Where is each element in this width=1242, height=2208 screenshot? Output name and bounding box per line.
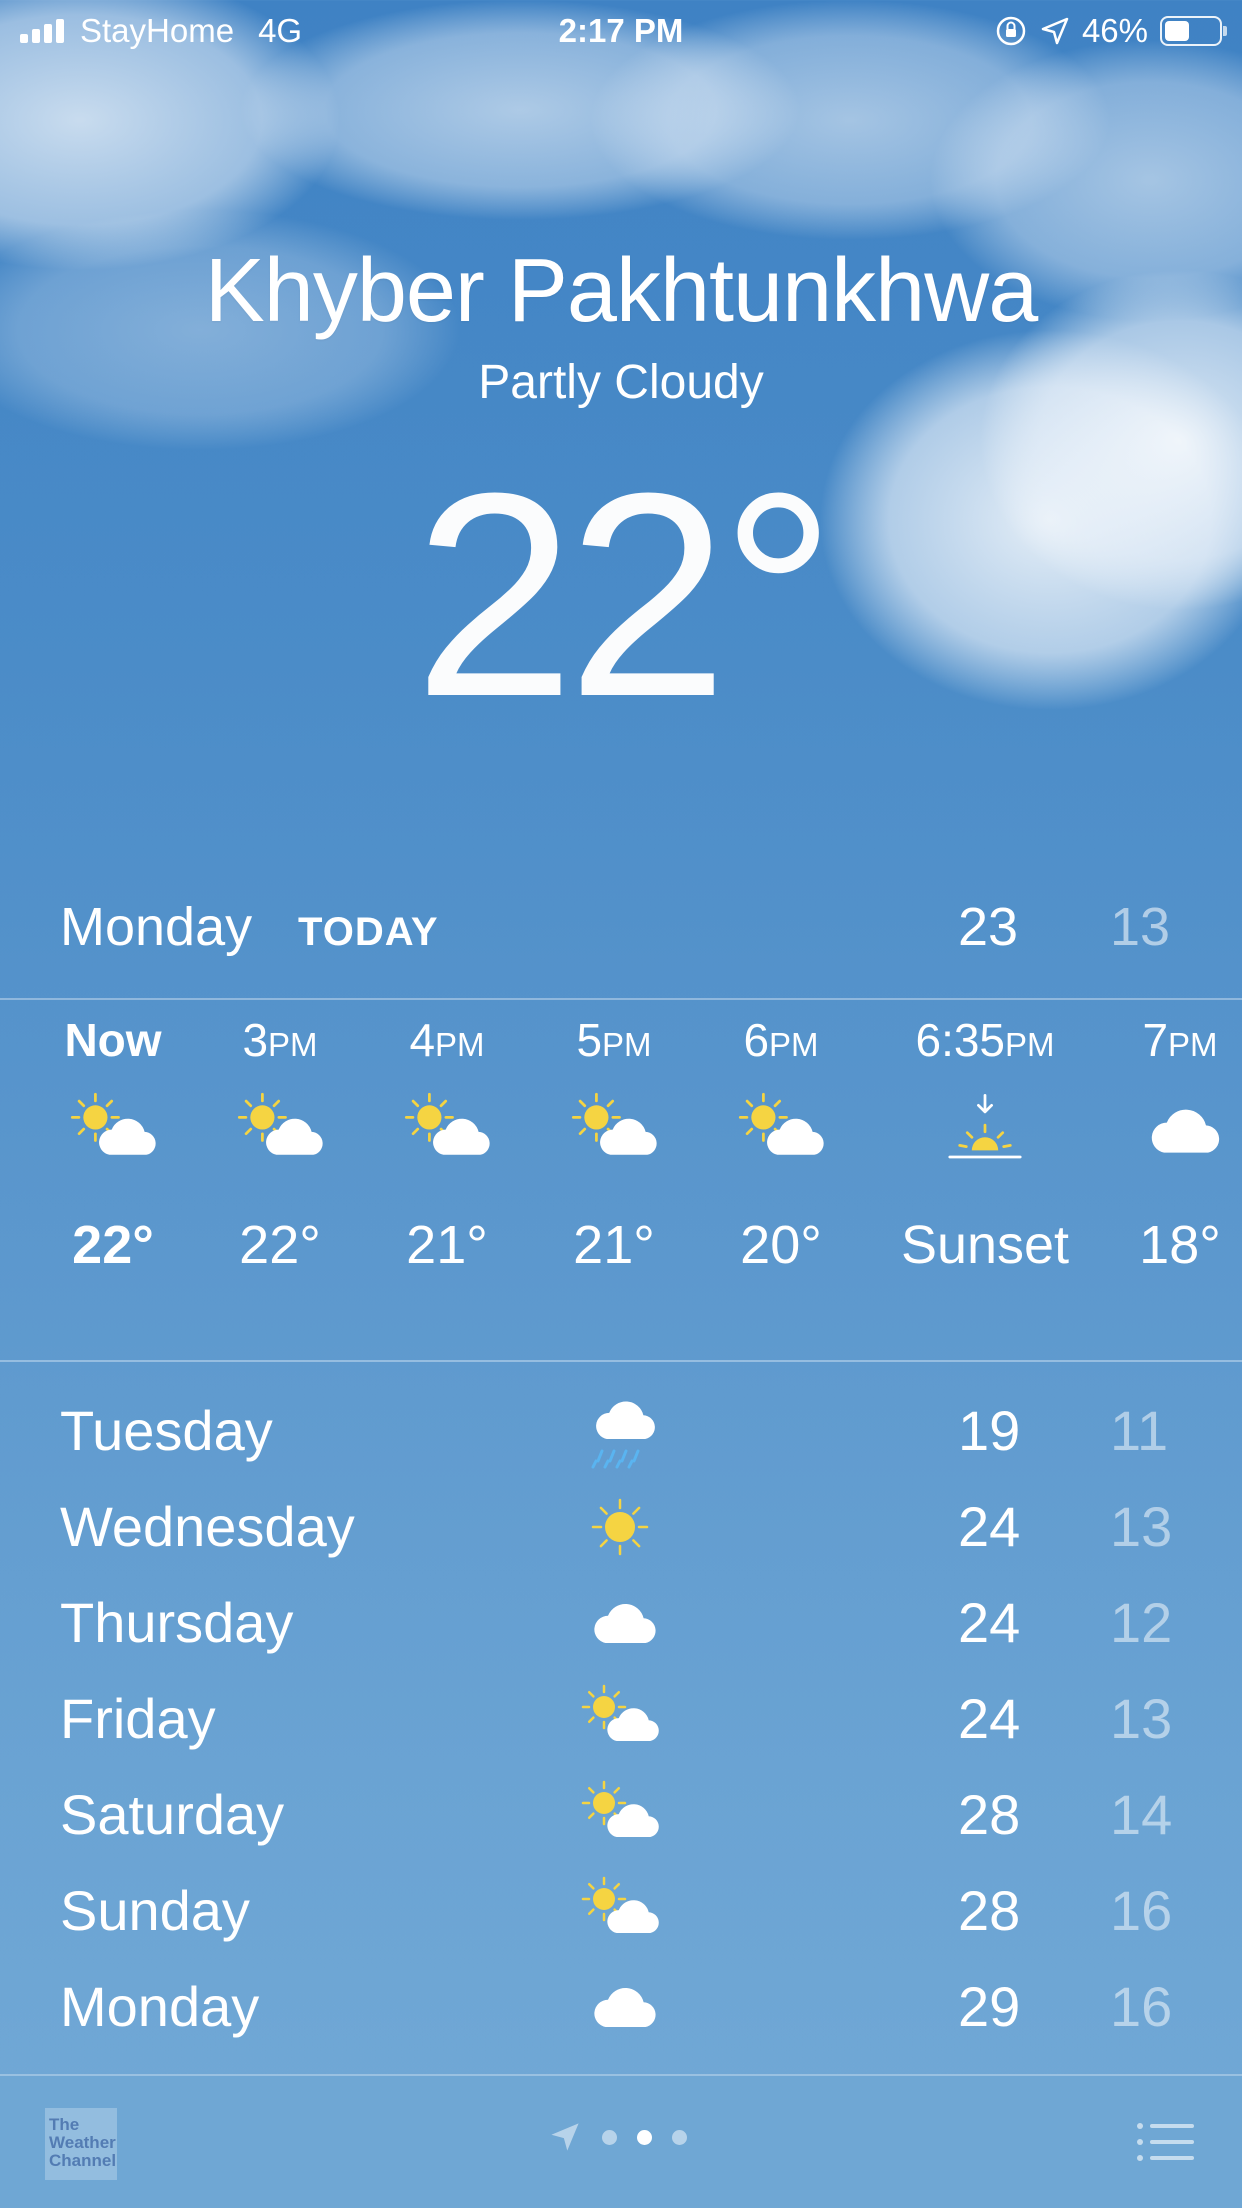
hourly-item: 4PM 21° (372, 1000, 522, 1300)
page-dot-active[interactable] (637, 2129, 652, 2145)
daily-day: Thursday (60, 1591, 294, 1654)
daily-day: Tuesday (60, 1399, 273, 1462)
cloud-icon (580, 1582, 660, 1672)
daily-high: 19 (958, 1399, 1021, 1462)
partly-cloudy-icon (580, 1678, 660, 1768)
daily-day: Wednesday (60, 1495, 355, 1558)
daily-low: 16 (1110, 1879, 1173, 1942)
daily-high: 29 (958, 1975, 1021, 2038)
status-bar: StayHome 4G 2:17 PM 46% (0, 0, 1242, 62)
today-day: Monday (60, 897, 253, 957)
location-arrow-icon (1041, 17, 1069, 45)
hourly-temp: Sunset (900, 1215, 1070, 1275)
location-arrow-icon (551, 2123, 579, 2151)
weather-condition: Partly Cloudy (478, 356, 764, 409)
sunset-icon (855, 1080, 1115, 1190)
partly-cloudy-icon (580, 1870, 660, 1960)
daily-high: 28 (958, 1879, 1021, 1942)
orientation-lock-icon (996, 16, 1026, 46)
daily-row: Thursday 24 12 (0, 1582, 1242, 1678)
hourly-item: 6PM 20° (706, 1000, 856, 1300)
weather-channel-logo[interactable]: The Weather Channel (45, 2108, 117, 2180)
hourly-temp: 21° (573, 1215, 655, 1275)
bottom-bar: The Weather Channel (0, 2074, 1242, 2208)
hourly-time: 6:35PM (915, 1014, 1055, 1066)
page-dot[interactable] (672, 2129, 687, 2145)
divider-bottom (0, 1360, 1242, 1362)
hourly-temp: 18° (1139, 1215, 1221, 1275)
cloud-icon (580, 1966, 660, 2056)
daily-low: 12 (1110, 1591, 1173, 1654)
daily-high: 24 (958, 1687, 1021, 1750)
partly-cloudy-icon (580, 1774, 660, 1864)
list-icon[interactable] (1136, 2120, 1194, 2164)
today-low: 13 (1110, 897, 1171, 957)
daily-day: Sunday (60, 1879, 250, 1942)
cloud-icon (1110, 1080, 1242, 1190)
daily-low: 13 (1110, 1687, 1173, 1750)
daily-row: Monday 29 16 (0, 1966, 1242, 2062)
daily-row: Sunday 28 16 (0, 1870, 1242, 1966)
daily-row: Tuesday 19 11 (0, 1390, 1242, 1486)
daily-day: Monday (60, 1975, 260, 2038)
hourly-time: 7PM (1142, 1014, 1218, 1066)
daily-row: Wednesday 24 13 (0, 1486, 1242, 1582)
daily-high: 28 (958, 1783, 1021, 1846)
battery-icon (1160, 16, 1227, 46)
today-high: 23 (958, 897, 1019, 957)
today-summary: Monday TODAY 23 13 (0, 888, 1242, 968)
hourly-temp: 20° (740, 1215, 822, 1275)
hourly-time: 3PM (242, 1014, 318, 1066)
daily-row: Friday 24 13 (0, 1678, 1242, 1774)
daily-day: Friday (60, 1687, 216, 1750)
partly-cloudy-icon (372, 1080, 522, 1190)
current-temperature: 22° (413, 433, 837, 757)
daily-low: 16 (1110, 1975, 1173, 2038)
hourly-item: 5PM 21° (539, 1000, 689, 1300)
hourly-time: 6PM (743, 1014, 819, 1066)
daily-low: 13 (1110, 1495, 1173, 1558)
hourly-temp: 22° (239, 1215, 321, 1275)
today-label: TODAY (298, 910, 439, 954)
daily-low: 11 (1110, 1399, 1169, 1462)
hourly-time: 5PM (576, 1014, 652, 1066)
hourly-item: 6:35PM Sunset (855, 1000, 1115, 1300)
partly-cloudy-icon (706, 1080, 856, 1190)
hourly-time: Now (64, 1014, 162, 1066)
hourly-item: Now 22° (38, 1000, 188, 1300)
daily-low: 14 (1110, 1783, 1173, 1846)
hourly-temp: 21° (406, 1215, 488, 1275)
hourly-forecast[interactable]: Now 22° 3PM 22° 4PM 21° 5PM 21° 6PM 20° 6:35PM Sun… (0, 1000, 1242, 1360)
hourly-item: 3PM 22° (205, 1000, 355, 1300)
battery-percent: 46% (1081, 12, 1148, 49)
daily-row: Saturday 28 14 (0, 1774, 1242, 1870)
daily-high: 24 (958, 1495, 1021, 1558)
hourly-time: 4PM (409, 1014, 485, 1066)
city-name: Khyber Pakhtunkhwa (204, 241, 1039, 341)
page-dot[interactable] (602, 2129, 617, 2145)
hourly-item: 7PM 18° (1110, 1000, 1242, 1300)
rain-cloud-icon (580, 1390, 660, 1480)
partly-cloudy-icon (205, 1080, 355, 1190)
page-indicator[interactable] (548, 2120, 687, 2154)
hourly-temp: 22° (72, 1215, 154, 1275)
partly-cloudy-icon (38, 1080, 188, 1190)
daily-day: Saturday (60, 1783, 285, 1846)
sun-icon (580, 1486, 660, 1576)
daily-high: 24 (958, 1591, 1021, 1654)
partly-cloudy-icon (539, 1080, 689, 1190)
